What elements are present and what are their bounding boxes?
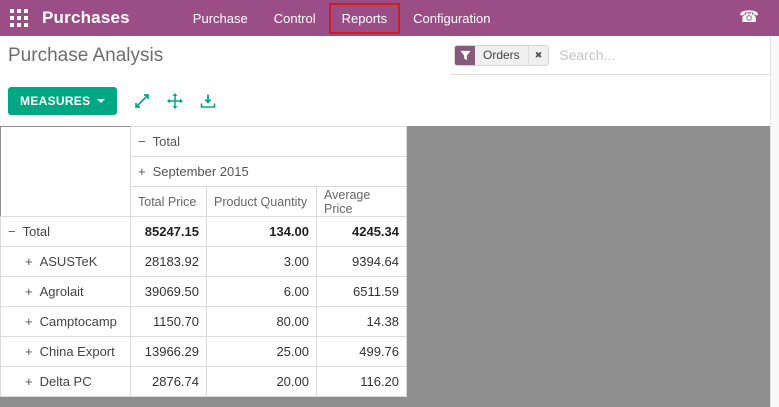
row-header-camptocamp[interactable]: +Camptocamp [1, 307, 131, 337]
pivot-row-camptocamp: +Camptocamp 1150.70 80.00 14.38 [1, 307, 407, 337]
scrollbar-track[interactable] [770, 36, 779, 407]
collapse-icon: − [138, 134, 146, 149]
facet-label: Orders [475, 46, 529, 65]
pivot-cell: 9394.64 [317, 247, 407, 277]
pivot-cell: 6511.59 [317, 277, 407, 307]
caret-down-icon [97, 99, 105, 103]
pivot-cell: 6.00 [207, 277, 317, 307]
main-menu: Purchase Control Reports Configuration [182, 5, 502, 32]
pivot-cell: 85247.15 [131, 217, 207, 247]
odoo-window: Purchases Purchase Control Reports Confi… [0, 0, 779, 407]
pivot-view: −Total + September 2015 Total Price Produ… [0, 126, 779, 407]
pivot-cell: 25.00 [207, 337, 317, 367]
pivot-cell: 116.20 [317, 367, 407, 397]
app-title: Purchases [42, 8, 130, 28]
measures-button-label: MEASURES [20, 94, 90, 108]
top-navbar: Purchases Purchase Control Reports Confi… [0, 0, 779, 36]
flip-axis-icon[interactable] [134, 93, 150, 109]
row-header-asustek[interactable]: +ASUSTeK [1, 247, 131, 277]
pivot-cell: 28183.92 [131, 247, 207, 277]
pivot-row-asustek: +ASUSTeK 28183.92 3.00 9394.64 [1, 247, 407, 277]
pivot-row-delta-pc: +Delta PC 2876.74 20.00 116.20 [1, 367, 407, 397]
measure-header-average-price[interactable]: Average Price [317, 187, 407, 217]
expand-all-icon[interactable] [167, 93, 183, 109]
row-header-delta-pc[interactable]: +Delta PC [1, 367, 131, 397]
pivot-row-agrolait: +Agrolait 39069.50 6.00 6511.59 [1, 277, 407, 307]
col-group-label: Total [153, 134, 180, 149]
pivot-cell: 2876.74 [131, 367, 207, 397]
expand-icon: + [138, 164, 146, 179]
pivot-cell: 134.00 [207, 217, 317, 247]
topbar-right: ☎ [739, 10, 765, 26]
menu-item-configuration[interactable]: Configuration [402, 5, 501, 32]
measures-button[interactable]: MEASURES [8, 87, 117, 115]
menu-item-purchase[interactable]: Purchase [182, 5, 259, 32]
page-title: Purchase Analysis [8, 45, 163, 67]
facet-remove-icon[interactable]: ✖ [529, 46, 549, 65]
pivot-cell: 499.76 [317, 337, 407, 367]
menu-item-reports[interactable]: Reports [331, 5, 399, 32]
pivot-cell: 39069.50 [131, 277, 207, 307]
pivot-cell: 80.00 [207, 307, 317, 337]
download-icon[interactable] [200, 93, 216, 109]
search-facet-orders: Orders ✖ [454, 45, 549, 66]
phone-icon[interactable]: ☎ [739, 10, 759, 26]
measure-header-total-price[interactable]: Total Price [131, 187, 207, 217]
filter-icon [455, 46, 475, 65]
pivot-corner-blank [1, 127, 131, 157]
row-header-agrolait[interactable]: +Agrolait [1, 277, 131, 307]
pivot-cell: 20.00 [207, 367, 317, 397]
control-panel: Purchase Analysis Orders ✖ [0, 36, 779, 75]
pivot-cell: 3.00 [207, 247, 317, 277]
pivot-cell: 13966.29 [131, 337, 207, 367]
pivot-cell: 4245.34 [317, 217, 407, 247]
pivot-row-total: −Total 85247.15 134.00 4245.34 [1, 217, 407, 247]
search-bar: Orders ✖ [450, 36, 770, 75]
col-group-label: September 2015 [153, 164, 249, 179]
measure-header-product-quantity[interactable]: Product Quantity [207, 187, 317, 217]
search-input[interactable] [559, 47, 770, 63]
pivot-table: −Total + September 2015 Total Price Produ… [0, 126, 407, 397]
col-header-total[interactable]: −Total [131, 127, 407, 157]
menu-item-control[interactable]: Control [263, 5, 327, 32]
row-header-china-export[interactable]: +China Export [1, 337, 131, 367]
pivot-toolbar: MEASURES [0, 75, 779, 126]
pivot-row-china-export: +China Export 13966.29 25.00 499.76 [1, 337, 407, 367]
col-header-september-2015[interactable]: + September 2015 [131, 157, 407, 187]
pivot-cell: 1150.70 [131, 307, 207, 337]
row-header-total[interactable]: −Total [1, 217, 131, 247]
pivot-cell: 14.38 [317, 307, 407, 337]
apps-grid-icon[interactable] [10, 9, 29, 28]
